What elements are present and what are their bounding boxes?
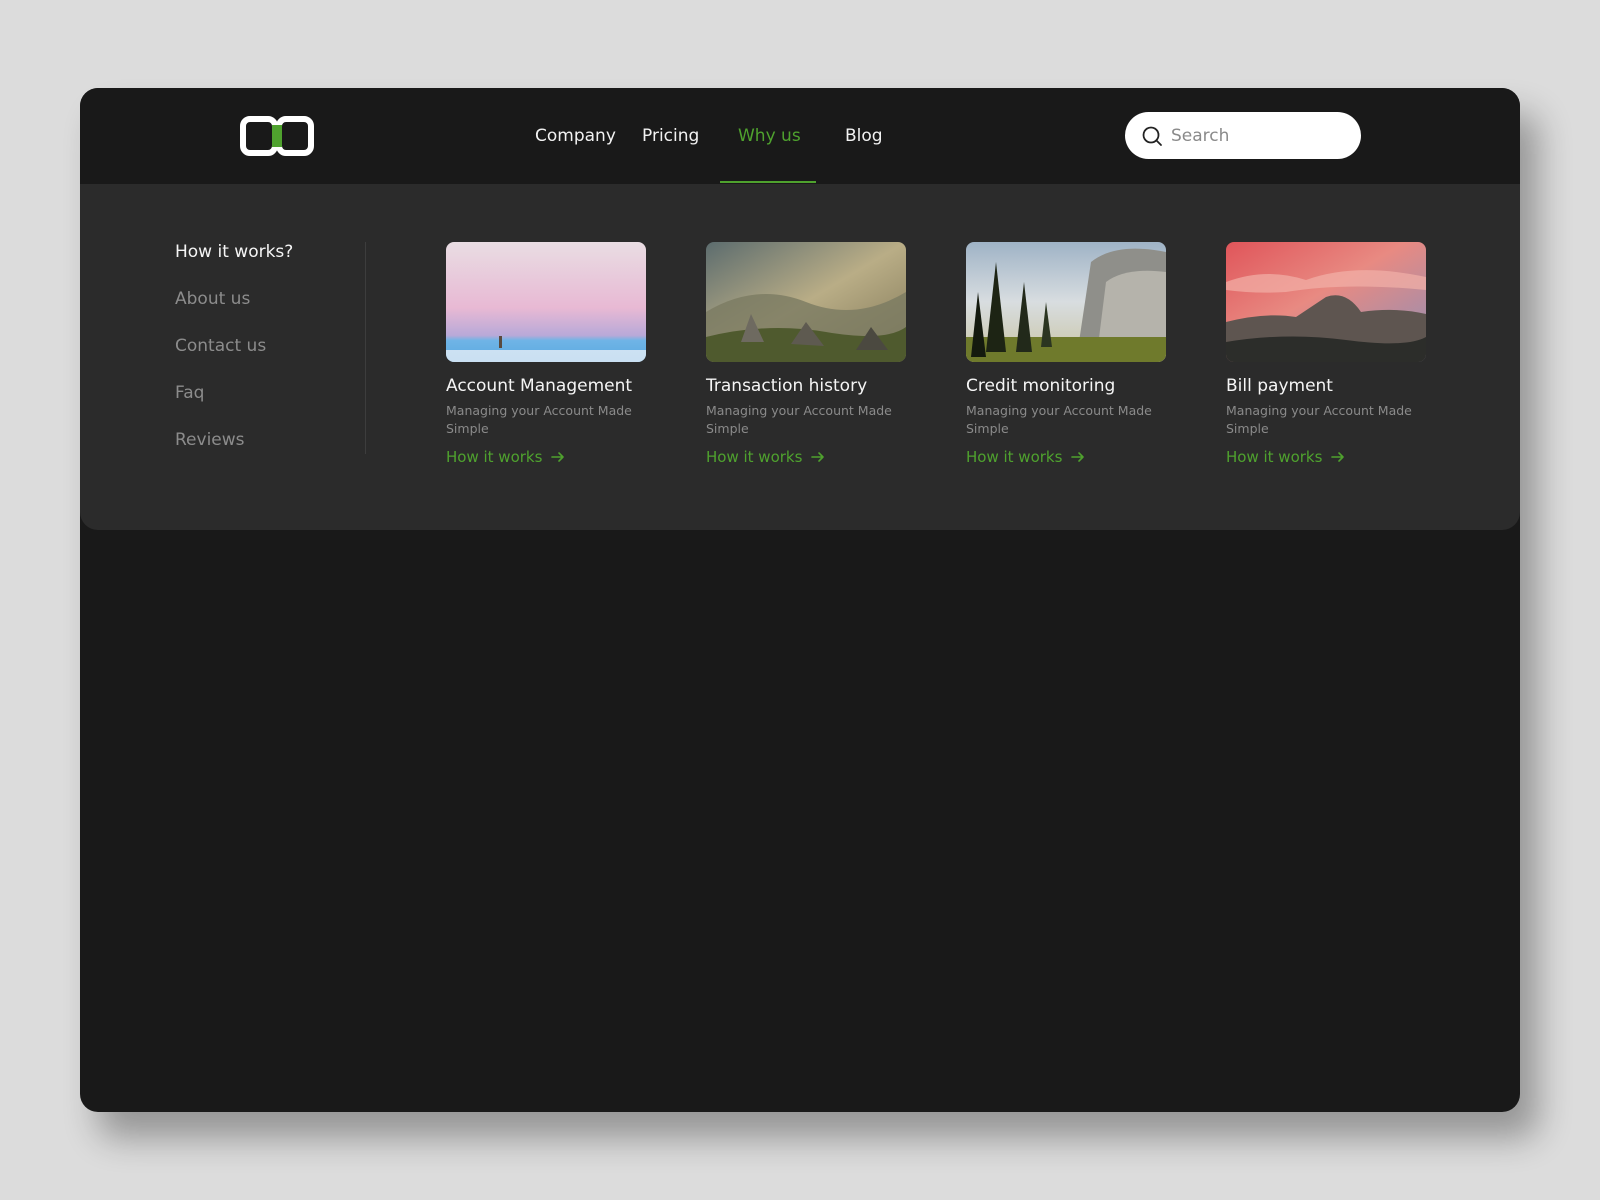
- card-account-management[interactable]: Account Management Managing your Account…: [446, 242, 646, 466]
- side-item-how-it-works[interactable]: How it works?: [175, 242, 293, 262]
- how-it-works-link[interactable]: How it works: [706, 448, 826, 466]
- search-icon: [1142, 126, 1162, 146]
- arrow-right-icon: [551, 452, 565, 462]
- side-item-contact-us[interactable]: Contact us: [175, 336, 266, 356]
- card-transaction-history[interactable]: Transaction history Managing your Accoun…: [706, 242, 906, 466]
- arrow-right-icon: [1071, 452, 1085, 462]
- nav-blog[interactable]: Blog: [845, 88, 883, 184]
- link-label: How it works: [966, 448, 1063, 466]
- card-title: Account Management: [446, 376, 633, 396]
- nav-pricing[interactable]: Pricing: [642, 88, 699, 184]
- menu-divider: [365, 242, 366, 454]
- link-label: How it works: [446, 448, 543, 466]
- side-item-about-us[interactable]: About us: [175, 289, 250, 309]
- search-input[interactable]: [1171, 125, 1351, 146]
- arrow-right-icon: [811, 452, 825, 462]
- link-label: How it works: [706, 448, 803, 466]
- active-nav-indicator: [720, 181, 816, 183]
- card-description: Managing your Account Made Simple: [446, 403, 632, 436]
- nav-company[interactable]: Company: [535, 88, 616, 184]
- card-title: Transaction history: [706, 376, 868, 396]
- arrow-right-icon: [1331, 452, 1345, 462]
- card-description: Managing your Account Made Simple: [1226, 403, 1412, 436]
- card-credit-monitoring[interactable]: Credit monitoring Managing your Account …: [966, 242, 1166, 466]
- how-it-works-link[interactable]: How it works: [1226, 448, 1346, 466]
- pastel-horizon-photo: [446, 242, 646, 362]
- app-window: Company Pricing Why us Blog How it works…: [80, 88, 1520, 1112]
- top-navbar: Company Pricing Why us Blog: [80, 88, 1520, 184]
- side-item-faq[interactable]: Faq: [175, 383, 204, 403]
- how-it-works-link[interactable]: How it works: [446, 448, 566, 466]
- search-box[interactable]: [1125, 112, 1361, 159]
- card-title: Bill payment: [1226, 376, 1333, 396]
- nav-why-us[interactable]: Why us: [738, 88, 801, 184]
- granite-cliff-forest-photo: [966, 242, 1166, 362]
- side-item-reviews[interactable]: Reviews: [175, 430, 245, 450]
- card-title: Credit monitoring: [966, 376, 1116, 396]
- card-bill-payment[interactable]: Bill payment Managing your Account Made …: [1226, 242, 1426, 466]
- sunset-half-dome-photo: [1226, 242, 1426, 362]
- why-us-dropdown: How it works? About us Contact us Faq Re…: [80, 184, 1520, 530]
- hazy-mountain-photo: [706, 242, 906, 362]
- link-label: How it works: [1226, 448, 1323, 466]
- card-description: Managing your Account Made Simple: [966, 403, 1152, 436]
- card-description: Managing your Account Made Simple: [706, 403, 892, 436]
- how-it-works-link[interactable]: How it works: [966, 448, 1086, 466]
